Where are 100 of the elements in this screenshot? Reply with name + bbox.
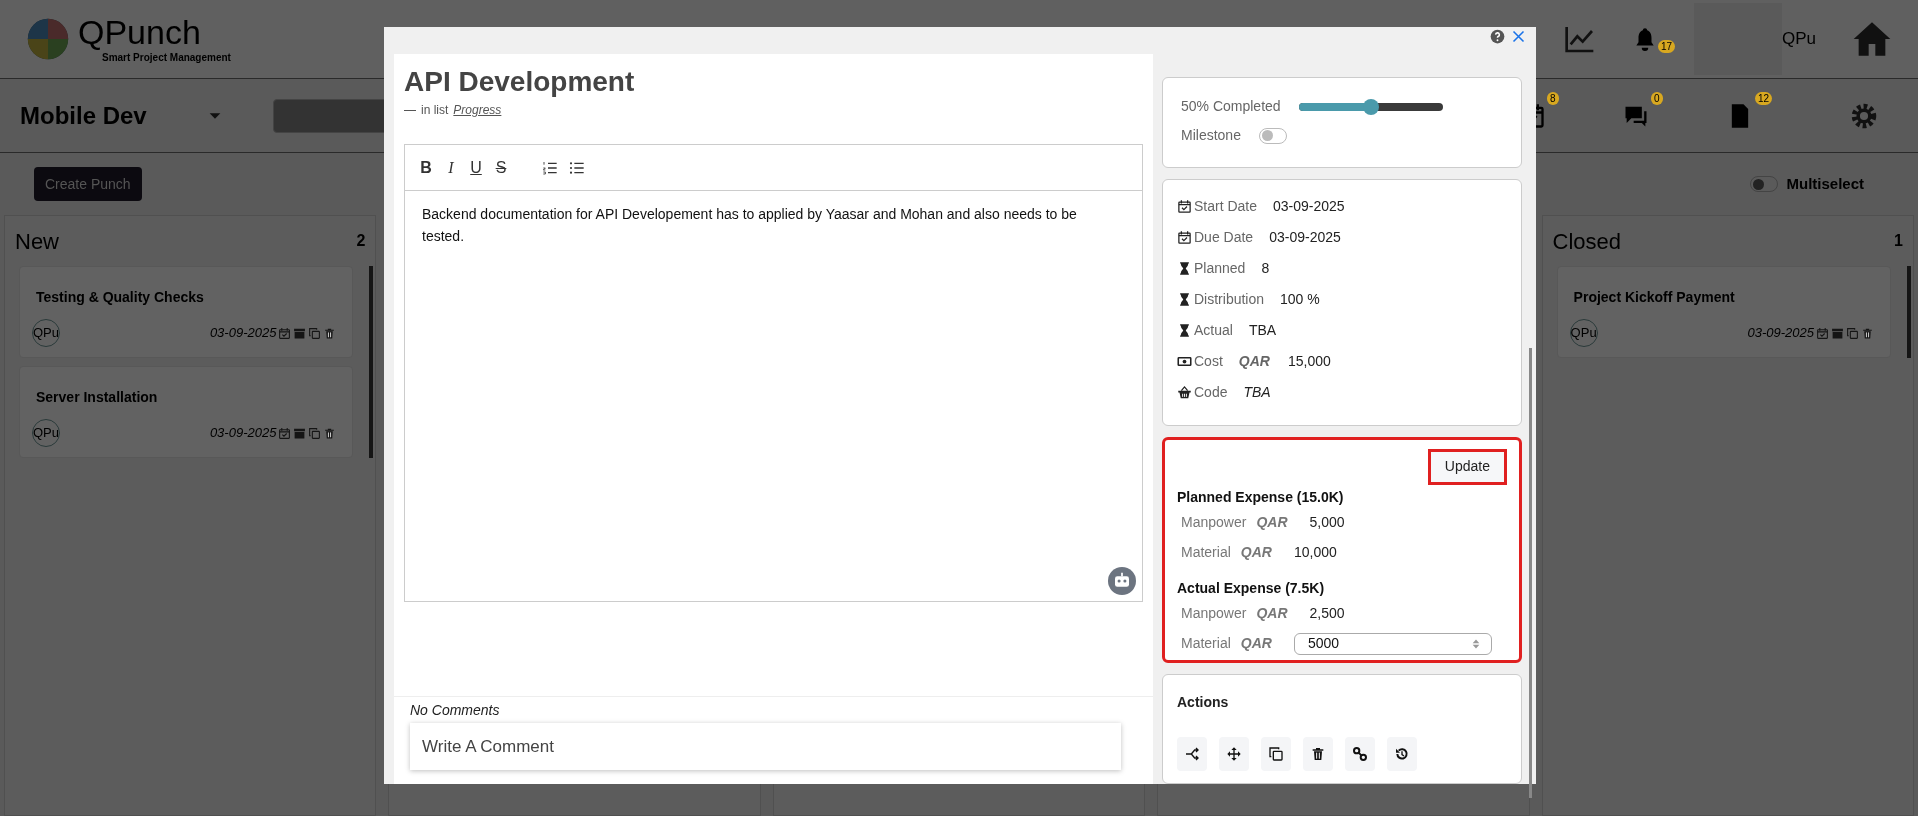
move-arrows-icon [1226, 745, 1242, 762]
expense-value: 2,500 [1309, 604, 1345, 623]
detail-label: Code [1194, 383, 1228, 403]
detail-label: Start Date [1194, 197, 1258, 217]
description-text: Backend documentation for API Developement has to applied by Yaasar and Mohan and also needs to be tested. [421, 205, 1078, 246]
basket-icon [1177, 385, 1192, 401]
card-date: 03-09-2025 [1747, 324, 1814, 343]
link-icon [1352, 745, 1368, 762]
detail-label: Actual [1194, 321, 1233, 341]
detail-value: 8 [1261, 259, 1270, 279]
detail-value: TBA [1248, 321, 1277, 341]
trash-icon [1861, 326, 1874, 340]
help-icon[interactable] [1490, 28, 1505, 44]
expense-heading: Actual Expense (7.5K) [1177, 578, 1326, 598]
milestone-toggle[interactable] [1258, 127, 1287, 144]
currency-label: QAR [1256, 513, 1288, 532]
format-button[interactable]: S [494, 155, 508, 180]
trash-icon [323, 426, 337, 440]
move-button[interactable] [1219, 736, 1249, 771]
branch-icon [1184, 745, 1200, 762]
hourglass-icon [1177, 292, 1192, 308]
expense-value: 5,000 [1309, 513, 1345, 532]
column-count: 1 [1894, 231, 1903, 251]
detail-label: Cost [1194, 352, 1223, 372]
trash-icon [1310, 745, 1326, 762]
archive-icon[interactable] [1831, 326, 1844, 340]
no-comments-text: No Comments [410, 701, 501, 720]
expense-value: 10,000 [1293, 543, 1337, 562]
history-icon [1394, 745, 1410, 762]
avatar-logo-text: QPu [1781, 28, 1816, 51]
notification-badge: 17 [1657, 40, 1676, 53]
calendar-check-icon [278, 426, 292, 440]
list-prefix: in list [421, 102, 449, 119]
delete-button[interactable] [1303, 736, 1333, 771]
multiselect-toggle[interactable] [1750, 176, 1779, 192]
milestone-label: Milestone [1181, 126, 1241, 145]
detail-label: Planned [1194, 259, 1246, 279]
scrollbar-thumb[interactable] [1529, 348, 1532, 798]
multiselect-label: Multiselect [1786, 173, 1864, 194]
column-title: Closed [1552, 227, 1622, 256]
column-count: 2 [356, 231, 366, 251]
detail-value: 03-09-2025 [1273, 197, 1345, 217]
card-title: Testing & Quality Checks [36, 288, 205, 307]
trash-icon [323, 326, 337, 340]
format-button[interactable]: I [444, 155, 458, 180]
format-button[interactable]: U [469, 155, 483, 180]
detail-value: TBA [1243, 383, 1271, 403]
detail-label: Due Date [1194, 228, 1254, 248]
column-title: New [15, 227, 59, 256]
expense-input[interactable]: 5000 [1293, 632, 1492, 655]
settings-icon[interactable] [1850, 101, 1878, 130]
expense-heading: Planned Expense (15.0K) [1177, 487, 1345, 507]
archive-icon[interactable] [293, 326, 307, 340]
logo-circle-icon [26, 17, 70, 61]
card-date: 03-09-2025 [209, 424, 277, 443]
update-button[interactable]: Update [1427, 448, 1507, 485]
progress-label: 50% Completed [1181, 97, 1281, 116]
copy-icon [1846, 326, 1859, 340]
logo-subtitle: Smart Project Management [101, 52, 231, 64]
format-button[interactable]: B [419, 155, 433, 180]
expense-label: Material [1181, 634, 1231, 653]
comment-field[interactable]: Write A Comment [410, 723, 1121, 770]
calendar-check-icon [1177, 199, 1192, 215]
detail-label: Distribution [1194, 290, 1265, 310]
robot-icon[interactable] [1108, 567, 1136, 595]
list-link[interactable]: Progress [453, 101, 502, 119]
detail-value: 15,000 [1287, 352, 1331, 372]
archive-icon[interactable] [293, 426, 307, 440]
copy-button[interactable] [1261, 736, 1291, 771]
calendar-check-icon [1177, 230, 1192, 246]
hourglass-icon [1177, 323, 1192, 339]
copy-icon [308, 426, 322, 440]
count-badge: 12 [1755, 91, 1773, 105]
branch-button[interactable] [1177, 736, 1207, 771]
copy-icon [308, 326, 322, 340]
history-button[interactable] [1387, 736, 1417, 771]
close-icon[interactable] [1511, 28, 1526, 44]
currency-label: QAR [1240, 543, 1272, 562]
expense-label: Material [1181, 543, 1231, 562]
expense-label: Manpower [1181, 604, 1247, 623]
currency-label: QAR [1240, 634, 1272, 653]
hourglass-icon [1177, 261, 1192, 277]
link-button[interactable] [1345, 736, 1375, 771]
bullet-list-icon[interactable] [569, 159, 585, 176]
expense-label: Manpower [1181, 513, 1247, 532]
count-badge: 8 [1547, 91, 1559, 105]
count-badge: 0 [1651, 91, 1663, 105]
detail-value: 100 % [1280, 290, 1320, 310]
calendar-check-icon [1816, 326, 1829, 340]
currency-label: QAR [1238, 352, 1270, 372]
logo-title: QPunch [78, 14, 202, 50]
copy-icon [1268, 745, 1284, 762]
actions-heading: Actions [1177, 692, 1230, 712]
card-title: Project Kickoff Payment [1573, 288, 1736, 307]
currency-label: QAR [1256, 604, 1288, 623]
detail-value: 03-09-2025 [1269, 228, 1341, 248]
card-date: 03-09-2025 [209, 324, 277, 343]
card-title: Server Installation [36, 388, 159, 407]
calendar-check-icon [278, 326, 292, 340]
numbered-list-icon[interactable] [542, 159, 558, 176]
